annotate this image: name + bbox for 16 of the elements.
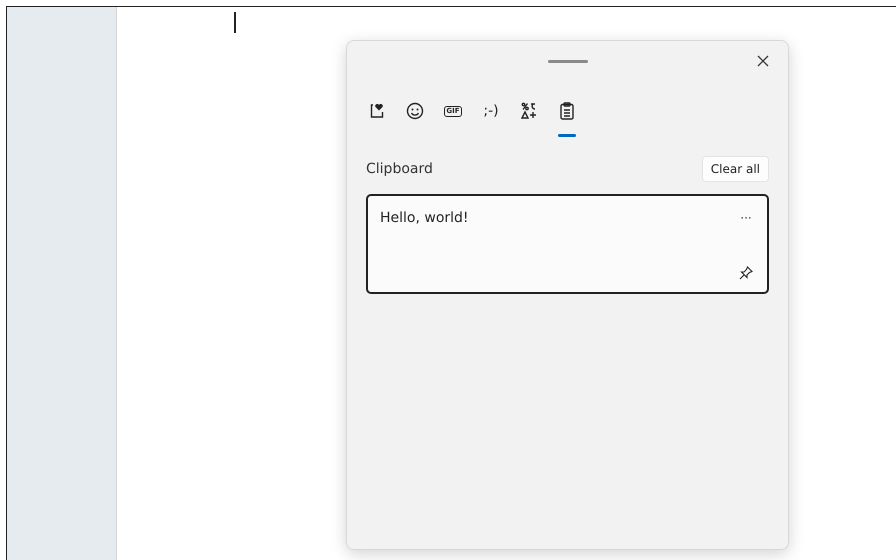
close-icon (757, 55, 769, 67)
smiley-icon (406, 102, 424, 120)
heart-card-icon (369, 103, 385, 119)
selected-indicator (558, 134, 576, 137)
kaomoji-tab[interactable]: ;-) (478, 100, 504, 140)
drag-handle[interactable] (548, 60, 588, 62)
clipboard-icon (560, 102, 574, 120)
pin-button[interactable] (737, 264, 755, 282)
symbols-icon (521, 102, 537, 120)
clip-text: Hello, world! (380, 210, 470, 228)
clipboard-item[interactable]: Hello, world! ··· (366, 194, 769, 294)
pin-icon (739, 266, 753, 280)
text-caret (234, 12, 236, 33)
clear-all-button[interactable]: Clear all (702, 156, 769, 182)
section-title: Clipboard (366, 161, 433, 177)
more-button[interactable]: ··· (737, 210, 755, 226)
